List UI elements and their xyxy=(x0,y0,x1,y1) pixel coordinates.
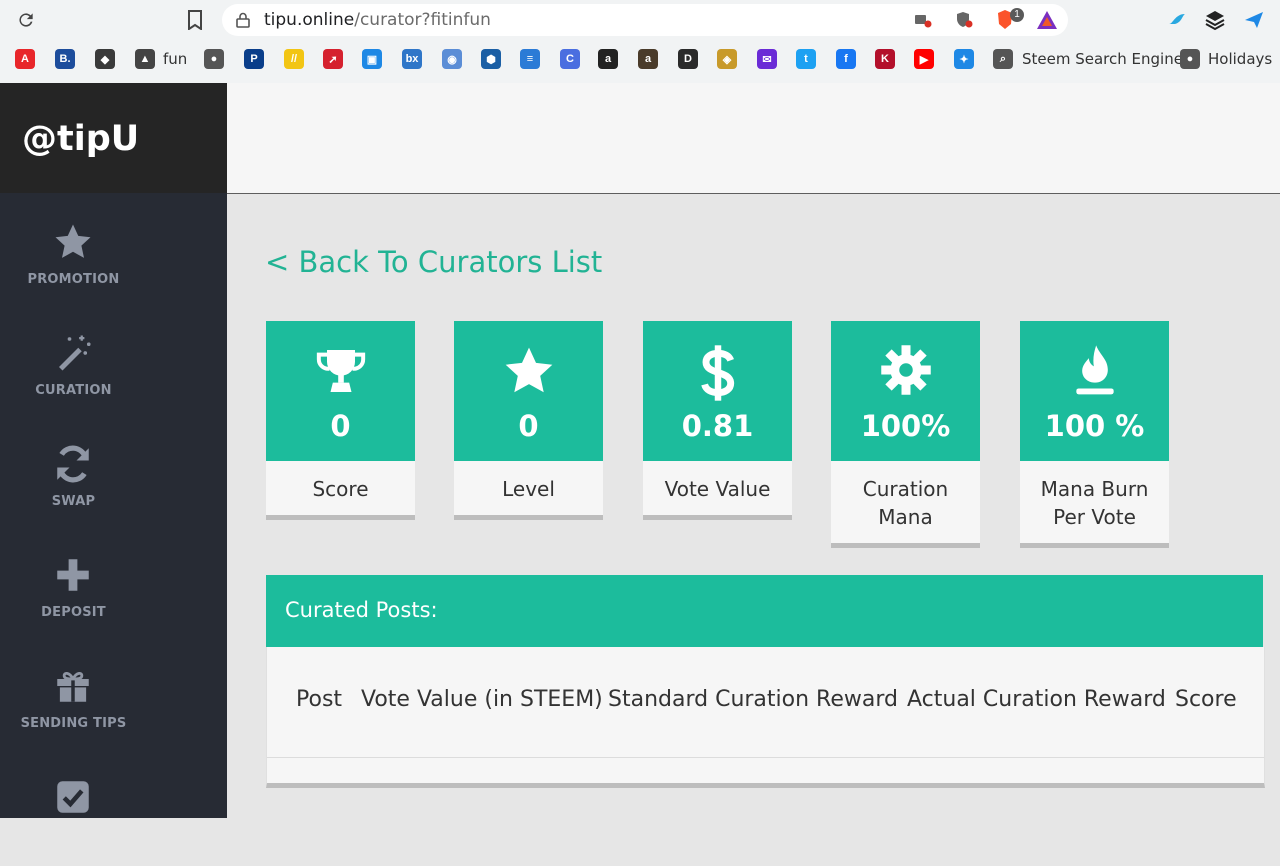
c-circle-icon[interactable]: C xyxy=(560,49,580,69)
yellow-stripes-icon[interactable]: // xyxy=(284,49,304,69)
bookmark-label[interactable]: Holidays xyxy=(1208,50,1272,68)
star-icon xyxy=(52,221,94,263)
mail-icon[interactable]: ✉ xyxy=(757,49,777,69)
gear-icon xyxy=(831,343,980,399)
stat-value: 0 xyxy=(330,409,351,443)
curated-posts-title: Curated Posts: xyxy=(285,598,438,622)
browser-toolbar: tipu.online/curator?fitinfun 1 xyxy=(0,0,1280,40)
url-text[interactable]: tipu.online/curator?fitinfun xyxy=(264,10,491,30)
nav-item-swap[interactable]: SWAP xyxy=(0,423,147,533)
bookmark-label[interactable]: fun xyxy=(163,50,187,68)
sidebar: @tipU PROMOTION CURATION SWAP DEPOSIT SE… xyxy=(0,83,227,818)
lines-icon[interactable]: ≡ xyxy=(520,49,540,69)
content-header xyxy=(227,83,1280,194)
camera-blocked-icon[interactable] xyxy=(914,12,932,33)
runner-icon[interactable]: ✦ xyxy=(954,49,974,69)
url-path: /curator?fitinfun xyxy=(354,10,491,30)
brave-rewards-icon[interactable] xyxy=(1036,10,1058,35)
shield-dark-icon[interactable]: ◆ xyxy=(95,49,115,69)
nav-label: CURATION xyxy=(35,383,112,398)
shield-blocked-icon[interactable] xyxy=(955,11,973,34)
stat-label: Level xyxy=(454,461,603,520)
dollar-icon xyxy=(643,343,792,401)
table-header-row: Post Vote Value (in STEEM) Standard Cura… xyxy=(267,647,1264,758)
globe-icon[interactable]: ● xyxy=(1180,49,1200,69)
shield-count-badge: 1 xyxy=(1010,8,1024,22)
refresh-icon xyxy=(52,443,94,485)
bookmark-label[interactable]: Steem Search Engine xyxy=(1022,50,1183,68)
checkbox-icon xyxy=(52,776,94,818)
fire-icon xyxy=(1020,343,1169,399)
brand-header: @tipU xyxy=(0,83,227,193)
b-icon[interactable]: B. xyxy=(55,49,75,69)
url-host: tipu.online xyxy=(264,10,355,30)
k-icon[interactable]: K xyxy=(875,49,895,69)
nav-label: SWAP xyxy=(51,494,96,509)
magic-wand-icon xyxy=(52,332,94,374)
nav-item-promotion[interactable]: PROMOTION xyxy=(0,201,147,311)
bookmark-star-icon[interactable] xyxy=(181,6,209,34)
plane-extension-icon[interactable] xyxy=(1243,8,1265,35)
twitter-icon[interactable]: t xyxy=(796,49,816,69)
nav-item-curation[interactable]: CURATION xyxy=(0,312,147,422)
search-icon[interactable]: ⌕ xyxy=(993,49,1013,69)
back-to-curators-link[interactable]: < Back To Curators List xyxy=(265,245,602,279)
curated-posts-panel: Curated Posts: Post Vote Value (in STEEM… xyxy=(266,575,1265,788)
blue-squares-icon[interactable]: ▣ xyxy=(362,49,382,69)
column-header-score[interactable]: Score xyxy=(1175,687,1237,712)
youtube-icon[interactable]: ▶ xyxy=(914,49,934,69)
reload-icon[interactable] xyxy=(12,6,40,34)
stat-card-score: 0 Score xyxy=(266,321,415,520)
robot-icon[interactable]: ◉ xyxy=(442,49,462,69)
globe-icon[interactable]: ● xyxy=(204,49,224,69)
paypal-icon[interactable]: P xyxy=(244,49,264,69)
nav-item-deposit[interactable]: DEPOSIT xyxy=(0,534,147,644)
stat-value: 0 xyxy=(518,409,539,443)
stat-card-curation-mana: 100% Curation Mana xyxy=(831,321,980,548)
column-header-standard-reward[interactable]: Standard Curation Reward xyxy=(608,687,898,712)
stat-card-level: 0 Level xyxy=(454,321,603,520)
amazon-box-icon[interactable]: a xyxy=(638,49,658,69)
stat-label: Curation Mana xyxy=(831,461,980,548)
column-header-vote-value[interactable]: Vote Value (in STEEM) xyxy=(361,687,603,712)
brand-logo[interactable]: @tipU xyxy=(22,119,139,159)
bx-icon[interactable]: bx xyxy=(402,49,422,69)
star-icon xyxy=(454,343,603,399)
column-header-actual-reward[interactable]: Actual Curation Reward xyxy=(907,687,1166,712)
amazon-icon[interactable]: a xyxy=(598,49,618,69)
nav-item-next[interactable] xyxy=(0,756,147,866)
column-header-post[interactable]: Post xyxy=(296,687,342,712)
d-icon[interactable]: D xyxy=(678,49,698,69)
layers-icon[interactable] xyxy=(1205,9,1225,36)
stat-value: 100 % xyxy=(1044,409,1145,443)
lock-icon[interactable] xyxy=(236,12,250,33)
stat-label: Score xyxy=(266,461,415,520)
stat-value: 0.81 xyxy=(681,409,754,443)
curated-posts-header: Curated Posts: xyxy=(266,575,1263,647)
nav-label: SENDING TIPS xyxy=(20,716,127,731)
trophy-icon xyxy=(266,343,415,399)
facebook-icon[interactable]: f xyxy=(836,49,856,69)
extension-icon[interactable] xyxy=(1166,10,1188,35)
gift-icon xyxy=(52,665,94,707)
tag-icon[interactable]: ◈ xyxy=(717,49,737,69)
bookmarks-bar: A B. ◆ ▲ fun ● P//➚ ▣ bx ◉ ⬢ ≡ Ca a D ◈ ✉ t f K ▶ ✦ ⌕ Steem Sea… xyxy=(0,40,1280,84)
red-swoosh-icon[interactable]: ➚ xyxy=(323,49,343,69)
nav-label: DEPOSIT xyxy=(41,605,106,620)
plus-icon xyxy=(52,554,94,596)
curated-posts-table: Post Vote Value (in STEEM) Standard Cura… xyxy=(266,647,1265,788)
nav-item-sending-tips[interactable]: SENDING TIPS xyxy=(0,645,147,755)
blue-hex-icon[interactable]: ⬢ xyxy=(481,49,501,69)
stat-label: Mana Burn Per Vote xyxy=(1020,461,1169,548)
nav-label: PROMOTION xyxy=(27,272,120,287)
stat-card-mana-burn: 100 % Mana Burn Per Vote xyxy=(1020,321,1169,548)
red-a-icon[interactable]: A xyxy=(15,49,35,69)
steem-a-icon[interactable]: ▲ xyxy=(135,49,155,69)
stat-value: 100% xyxy=(860,409,951,443)
stat-label: Vote Value xyxy=(643,461,792,520)
stat-card-vote-value: 0.81 Vote Value xyxy=(643,321,792,520)
address-bar[interactable]: tipu.online/curator?fitinfun 1 xyxy=(222,4,1068,36)
